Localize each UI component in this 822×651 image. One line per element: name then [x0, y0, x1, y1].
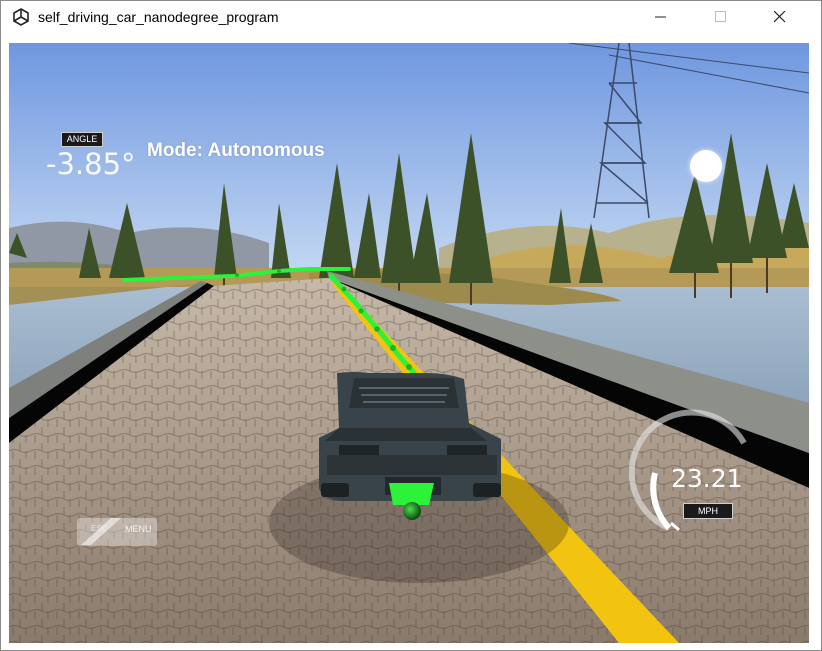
maximize-icon — [715, 11, 726, 22]
simulator-viewport[interactable]: ANGLE -3.85° Mode: Autonomous 23.21 MPH … — [9, 43, 809, 643]
record-icon[interactable] — [690, 150, 722, 182]
mode-text: Mode: Autonomous — [147, 140, 325, 161]
title-bar[interactable]: self_driving_car_nanodegree_program — [1, 1, 821, 32]
menu-button[interactable]: MENU — [125, 524, 152, 534]
waypoint-ball — [403, 502, 421, 520]
close-icon — [774, 11, 786, 23]
menu-key-label: ESC — [91, 524, 108, 533]
minimize-button[interactable] — [638, 1, 684, 32]
minimize-icon — [655, 16, 666, 18]
scene — [9, 43, 809, 643]
close-button[interactable] — [757, 1, 803, 32]
speed-value: 23.21 — [671, 464, 743, 493]
waypoint-marker — [389, 483, 434, 505]
app-window: self_driving_car_nanodegree_program ANGL… — [0, 0, 822, 651]
angle-value: -3.85° — [46, 147, 136, 181]
speed-unit: MPH — [683, 503, 733, 519]
maximize-button[interactable] — [698, 1, 744, 32]
unity-logo-icon — [13, 8, 29, 26]
window-title: self_driving_car_nanodegree_program — [38, 9, 279, 25]
angle-label: ANGLE — [61, 132, 103, 147]
